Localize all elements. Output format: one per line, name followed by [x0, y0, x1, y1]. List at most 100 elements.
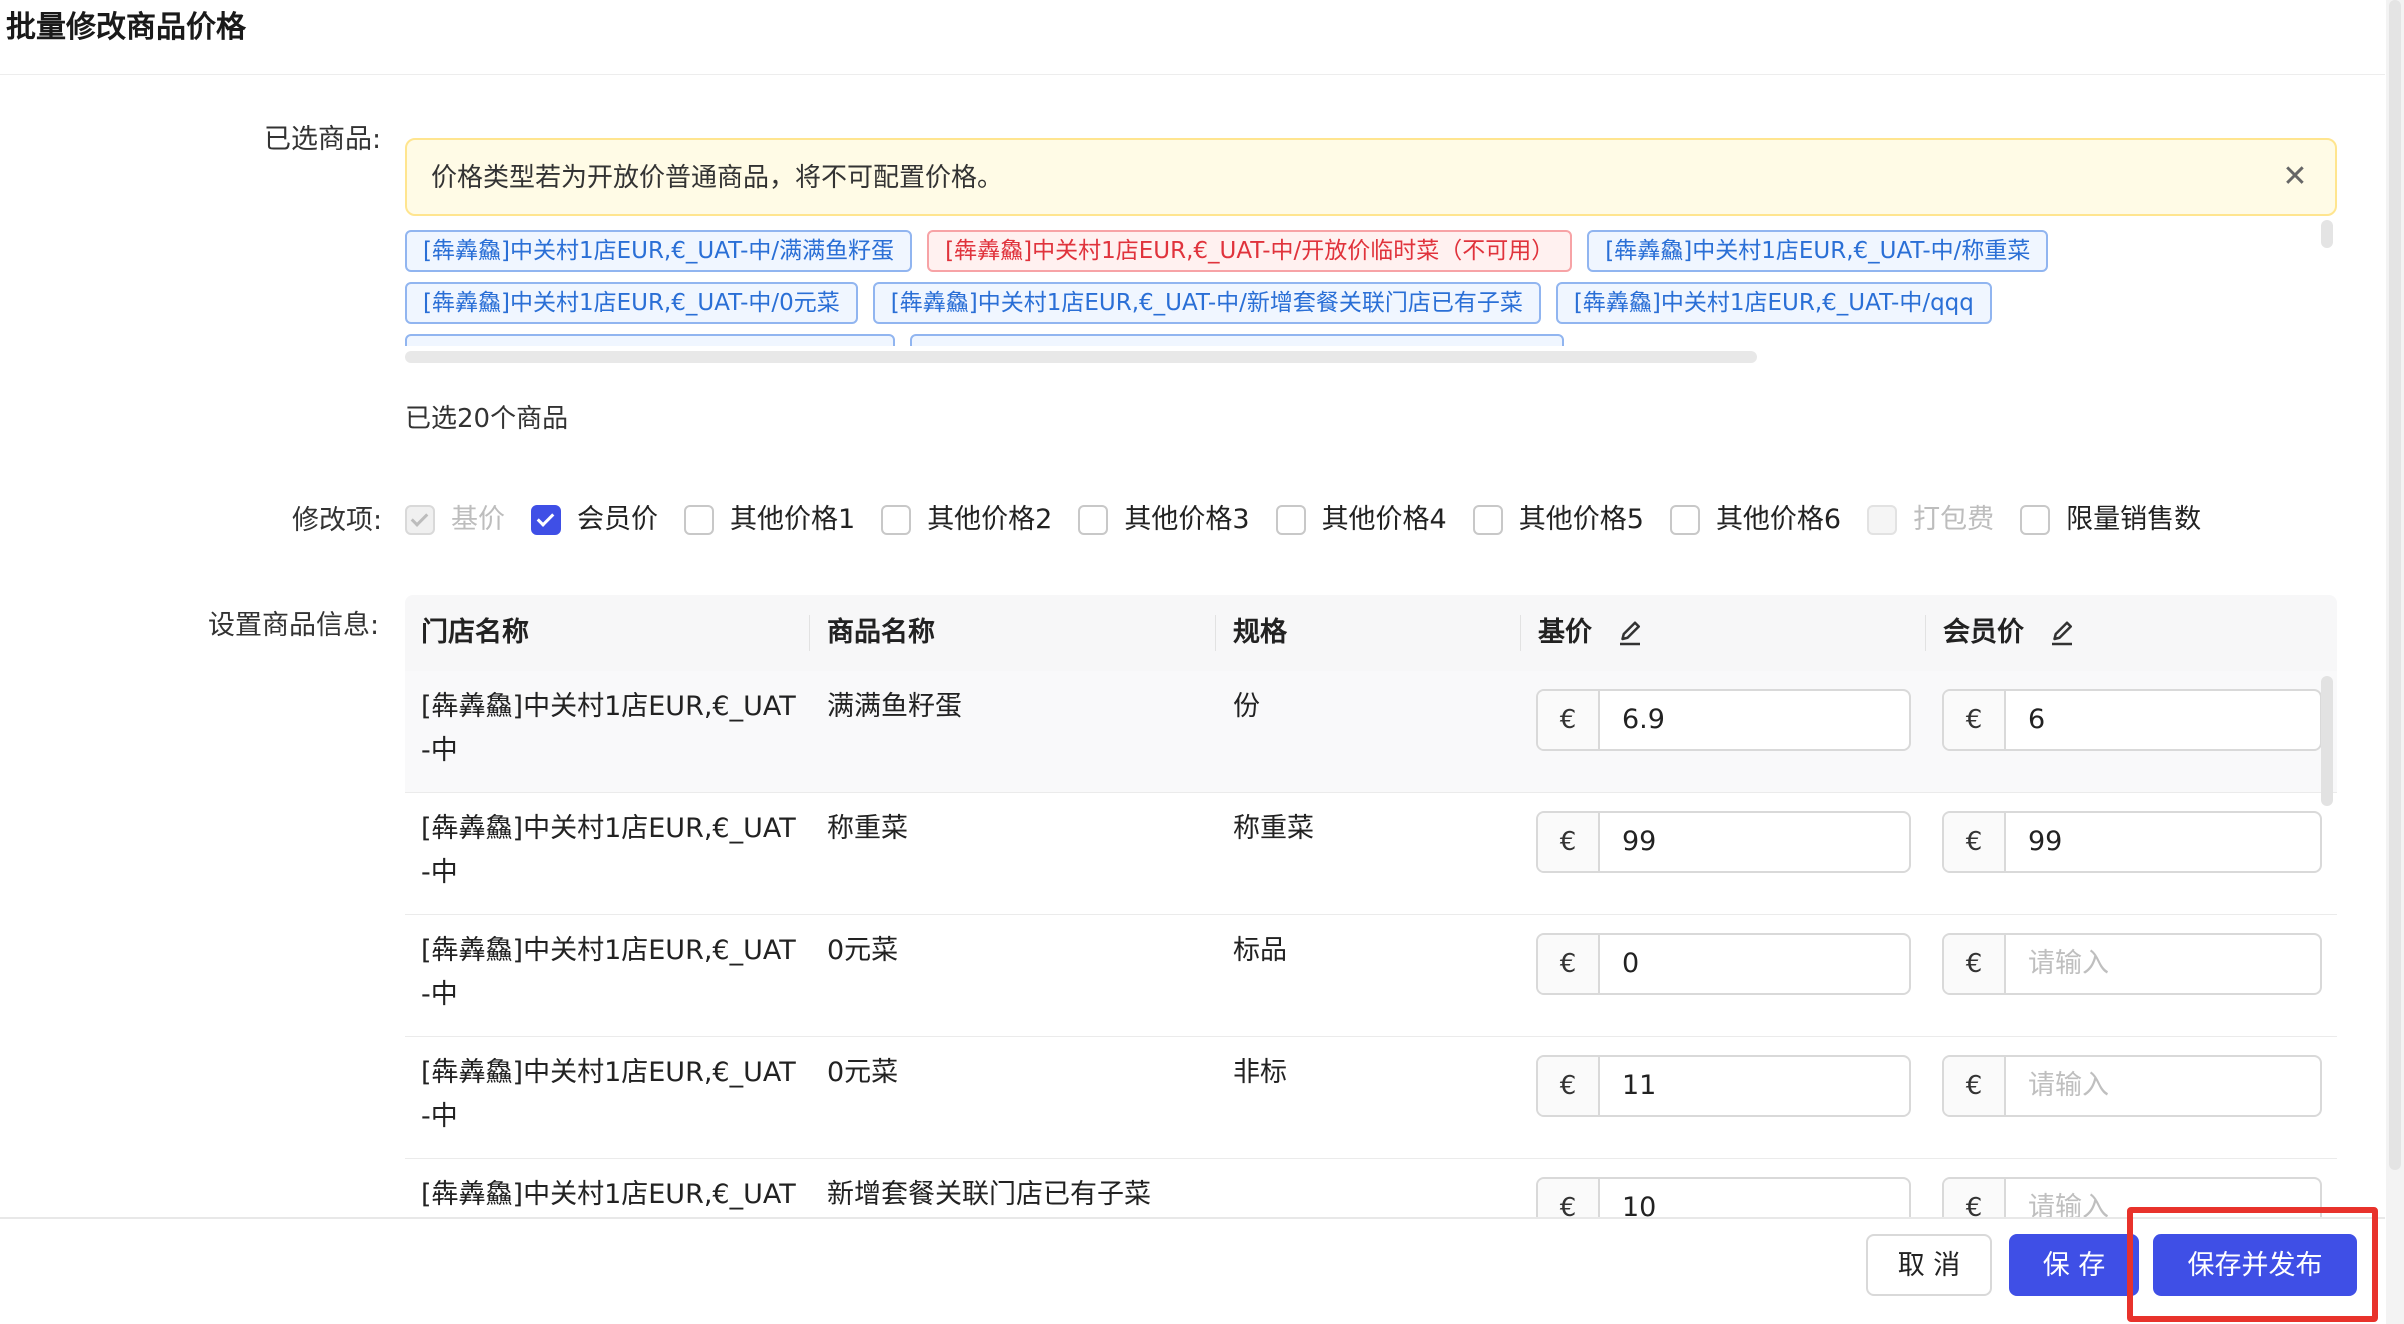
column-header-label: 会员价	[1943, 617, 2024, 648]
checkbox-box[interactable]	[405, 505, 435, 535]
store-name-cell: [犇羴鱻]中关村1店EUR,€_UAT-中	[421, 1057, 796, 1132]
checkbox-label: 基价	[451, 504, 505, 535]
product-tag-unavailable[interactable]: [犇羴鱻]中关村1店EUR,€_UAT-中/开放价临时菜（不可用）	[927, 230, 1573, 272]
product-tag[interactable]: [犇羴鱻]中关村1店EUR,€_UAT-中/qqq	[1555, 282, 1992, 324]
base-price-input[interactable]: € 10	[1536, 1177, 1911, 1218]
base-price-input[interactable]: € 99	[1536, 811, 1911, 873]
member-price-input[interactable]: € 6	[1942, 689, 2322, 751]
base-price-input[interactable]: € 0	[1536, 933, 1911, 995]
checkbox-box[interactable]	[881, 505, 912, 535]
product-tag-partial[interactable]	[405, 334, 895, 346]
checkbox-box[interactable]	[1669, 505, 1700, 535]
tag-row-3-partial	[405, 334, 1564, 346]
check-icon	[410, 509, 429, 527]
checkbox-box[interactable]	[684, 505, 714, 535]
currency-addon: €	[1944, 691, 2006, 749]
currency-addon: €	[1538, 1057, 1600, 1115]
checkbox-box[interactable]	[2020, 505, 2051, 535]
page-scrollbar[interactable]	[2386, 0, 2404, 1324]
close-icon[interactable]: ✕	[2277, 160, 2313, 196]
member-price-input[interactable]: € 请输入	[1942, 933, 2322, 995]
checkbox-box[interactable]	[1867, 505, 1898, 535]
currency-addon: €	[1944, 1179, 2006, 1218]
checkbox-box[interactable]	[1472, 505, 1503, 535]
base-price-value[interactable]: 99	[1600, 813, 1909, 871]
store-name-cell: [犇羴鱻]中关村1店EUR,€_UAT-中	[421, 691, 796, 766]
dialog-title: 批量修改商品价格	[6, 10, 246, 45]
checkbox-base-price[interactable]: 基价	[405, 502, 505, 538]
member-price-value[interactable]: 6	[2006, 691, 2320, 749]
edit-pencil-icon[interactable]	[1615, 619, 1645, 649]
selected-tags-box: [犇羴鱻]中关村1店EUR,€_UAT-中/满满鱼籽蛋 [犇羴鱻]中关村1店EU…	[405, 228, 2331, 346]
column-header-product: 商品名称	[827, 617, 935, 648]
check-icon	[536, 509, 555, 527]
product-tag[interactable]: [犇羴鱻]中关村1店EUR,€_UAT-中/满满鱼籽蛋	[405, 230, 913, 272]
store-name-cell: [犇羴鱻]中关村1店EUR,€_UAT-中	[421, 1179, 796, 1210]
member-price-placeholder[interactable]: 请输入	[2006, 935, 2320, 993]
product-tag[interactable]: [犇羴鱻]中关村1店EUR,€_UAT-中/新增套餐关联门店已有子菜	[872, 282, 1541, 324]
currency-addon: €	[1538, 935, 1600, 993]
member-price-placeholder[interactable]: 请输入	[2006, 1179, 2320, 1218]
table-row: [犇羴鱻]中关村1店EUR,€_UAT-中 0元菜 非标 € 11 € 请输入	[405, 1037, 2337, 1159]
checkbox-other-price-3[interactable]: 其他价格3	[1078, 502, 1250, 538]
selected-count: 已选20个商品	[405, 404, 569, 434]
product-tag[interactable]: [犇羴鱻]中关村1店EUR,€_UAT-中/0元菜	[405, 282, 858, 324]
base-price-value[interactable]: 6.9	[1600, 691, 1909, 749]
column-header-spec: 规格	[1233, 617, 1287, 648]
edit-pencil-icon[interactable]	[2047, 619, 2077, 649]
checkbox-label: 打包费	[1913, 504, 1995, 535]
selected-products-label: 已选商品:	[264, 124, 382, 155]
product-tag-partial[interactable]	[910, 334, 1564, 346]
spec-cell: 份	[1233, 691, 1260, 722]
store-name-cell: [犇羴鱻]中关村1店EUR,€_UAT-中	[421, 935, 796, 1010]
checkbox-member-price[interactable]: 会员价	[531, 502, 658, 538]
column-header-base-price: 基价	[1538, 595, 1645, 671]
table-row: [犇羴鱻]中关村1店EUR,€_UAT-中 称重菜 称重菜 € 99 € 99	[405, 793, 2337, 915]
member-price-value[interactable]: 99	[2006, 813, 2320, 871]
checkbox-packing-fee[interactable]: 打包费	[1867, 502, 1994, 538]
alert-text: 价格类型若为开放价普通商品，将不可配置价格。	[431, 163, 1004, 193]
column-header-label: 基价	[1538, 617, 1592, 648]
column-header-member-price: 会员价	[1943, 595, 2077, 671]
checkbox-box[interactable]	[1275, 505, 1306, 535]
column-divider	[1520, 615, 1521, 651]
member-price-input[interactable]: € 请输入	[1942, 1177, 2322, 1218]
set-info-label: 设置商品信息:	[208, 610, 380, 641]
checkbox-box[interactable]	[1078, 505, 1109, 535]
checkbox-other-price-1[interactable]: 其他价格1	[684, 502, 855, 538]
checkbox-other-price-2[interactable]: 其他价格2	[881, 502, 1052, 538]
save-and-publish-button[interactable]: 保存并发布	[2153, 1234, 2357, 1296]
product-tag[interactable]: [犇羴鱻]中关村1店EUR,€_UAT-中/称重菜	[1587, 230, 2049, 272]
cancel-button[interactable]: 取 消	[1866, 1234, 1992, 1296]
checkbox-label: 其他价格6	[1715, 504, 1842, 535]
tags-vertical-scrollbar[interactable]	[2321, 220, 2333, 248]
tags-horizontal-scrollbar[interactable]	[405, 351, 1757, 363]
spec-cell: 非标	[1233, 1057, 1287, 1088]
checkbox-limited-sales[interactable]: 限量销售数	[2020, 502, 2201, 538]
currency-addon: €	[1944, 1057, 2006, 1115]
product-name-cell: 0元菜	[827, 1057, 899, 1088]
save-button[interactable]: 保 存	[2009, 1234, 2139, 1296]
checkbox-box[interactable]	[531, 505, 561, 535]
tag-row-1: [犇羴鱻]中关村1店EUR,€_UAT-中/满满鱼籽蛋 [犇羴鱻]中关村1店EU…	[405, 230, 2049, 272]
member-price-placeholder[interactable]: 请输入	[2006, 1057, 2320, 1115]
base-price-value[interactable]: 0	[1600, 935, 1909, 993]
page-scrollbar-thumb[interactable]	[2389, 0, 2401, 1170]
base-price-value[interactable]: 10	[1600, 1179, 1909, 1218]
price-table: 门店名称 商品名称 规格 基价 会员价 [犇羴鱻]中关村1店EUR,€_UAT-…	[405, 595, 2337, 1218]
checkbox-label: 其他价格4	[1321, 504, 1447, 535]
currency-addon: €	[1538, 1179, 1600, 1218]
base-price-value[interactable]: 11	[1600, 1057, 1909, 1115]
checkbox-other-price-4[interactable]: 其他价格4	[1275, 502, 1447, 538]
spec-cell: 称重菜	[1233, 813, 1314, 844]
checkbox-other-price-5[interactable]: 其他价格5	[1472, 502, 1644, 538]
member-price-input[interactable]: € 请输入	[1942, 1055, 2322, 1117]
base-price-input[interactable]: € 6.9	[1536, 689, 1911, 751]
dialog-header: 批量修改商品价格	[0, 0, 2385, 75]
table-vertical-scrollbar[interactable]	[2321, 676, 2333, 806]
checkbox-other-price-6[interactable]: 其他价格6	[1669, 502, 1842, 538]
base-price-input[interactable]: € 11	[1536, 1055, 1911, 1117]
currency-addon: €	[1944, 935, 2006, 993]
tag-row-2: [犇羴鱻]中关村1店EUR,€_UAT-中/0元菜 [犇羴鱻]中关村1店EUR,…	[405, 282, 1992, 324]
member-price-input[interactable]: € 99	[1942, 811, 2322, 873]
